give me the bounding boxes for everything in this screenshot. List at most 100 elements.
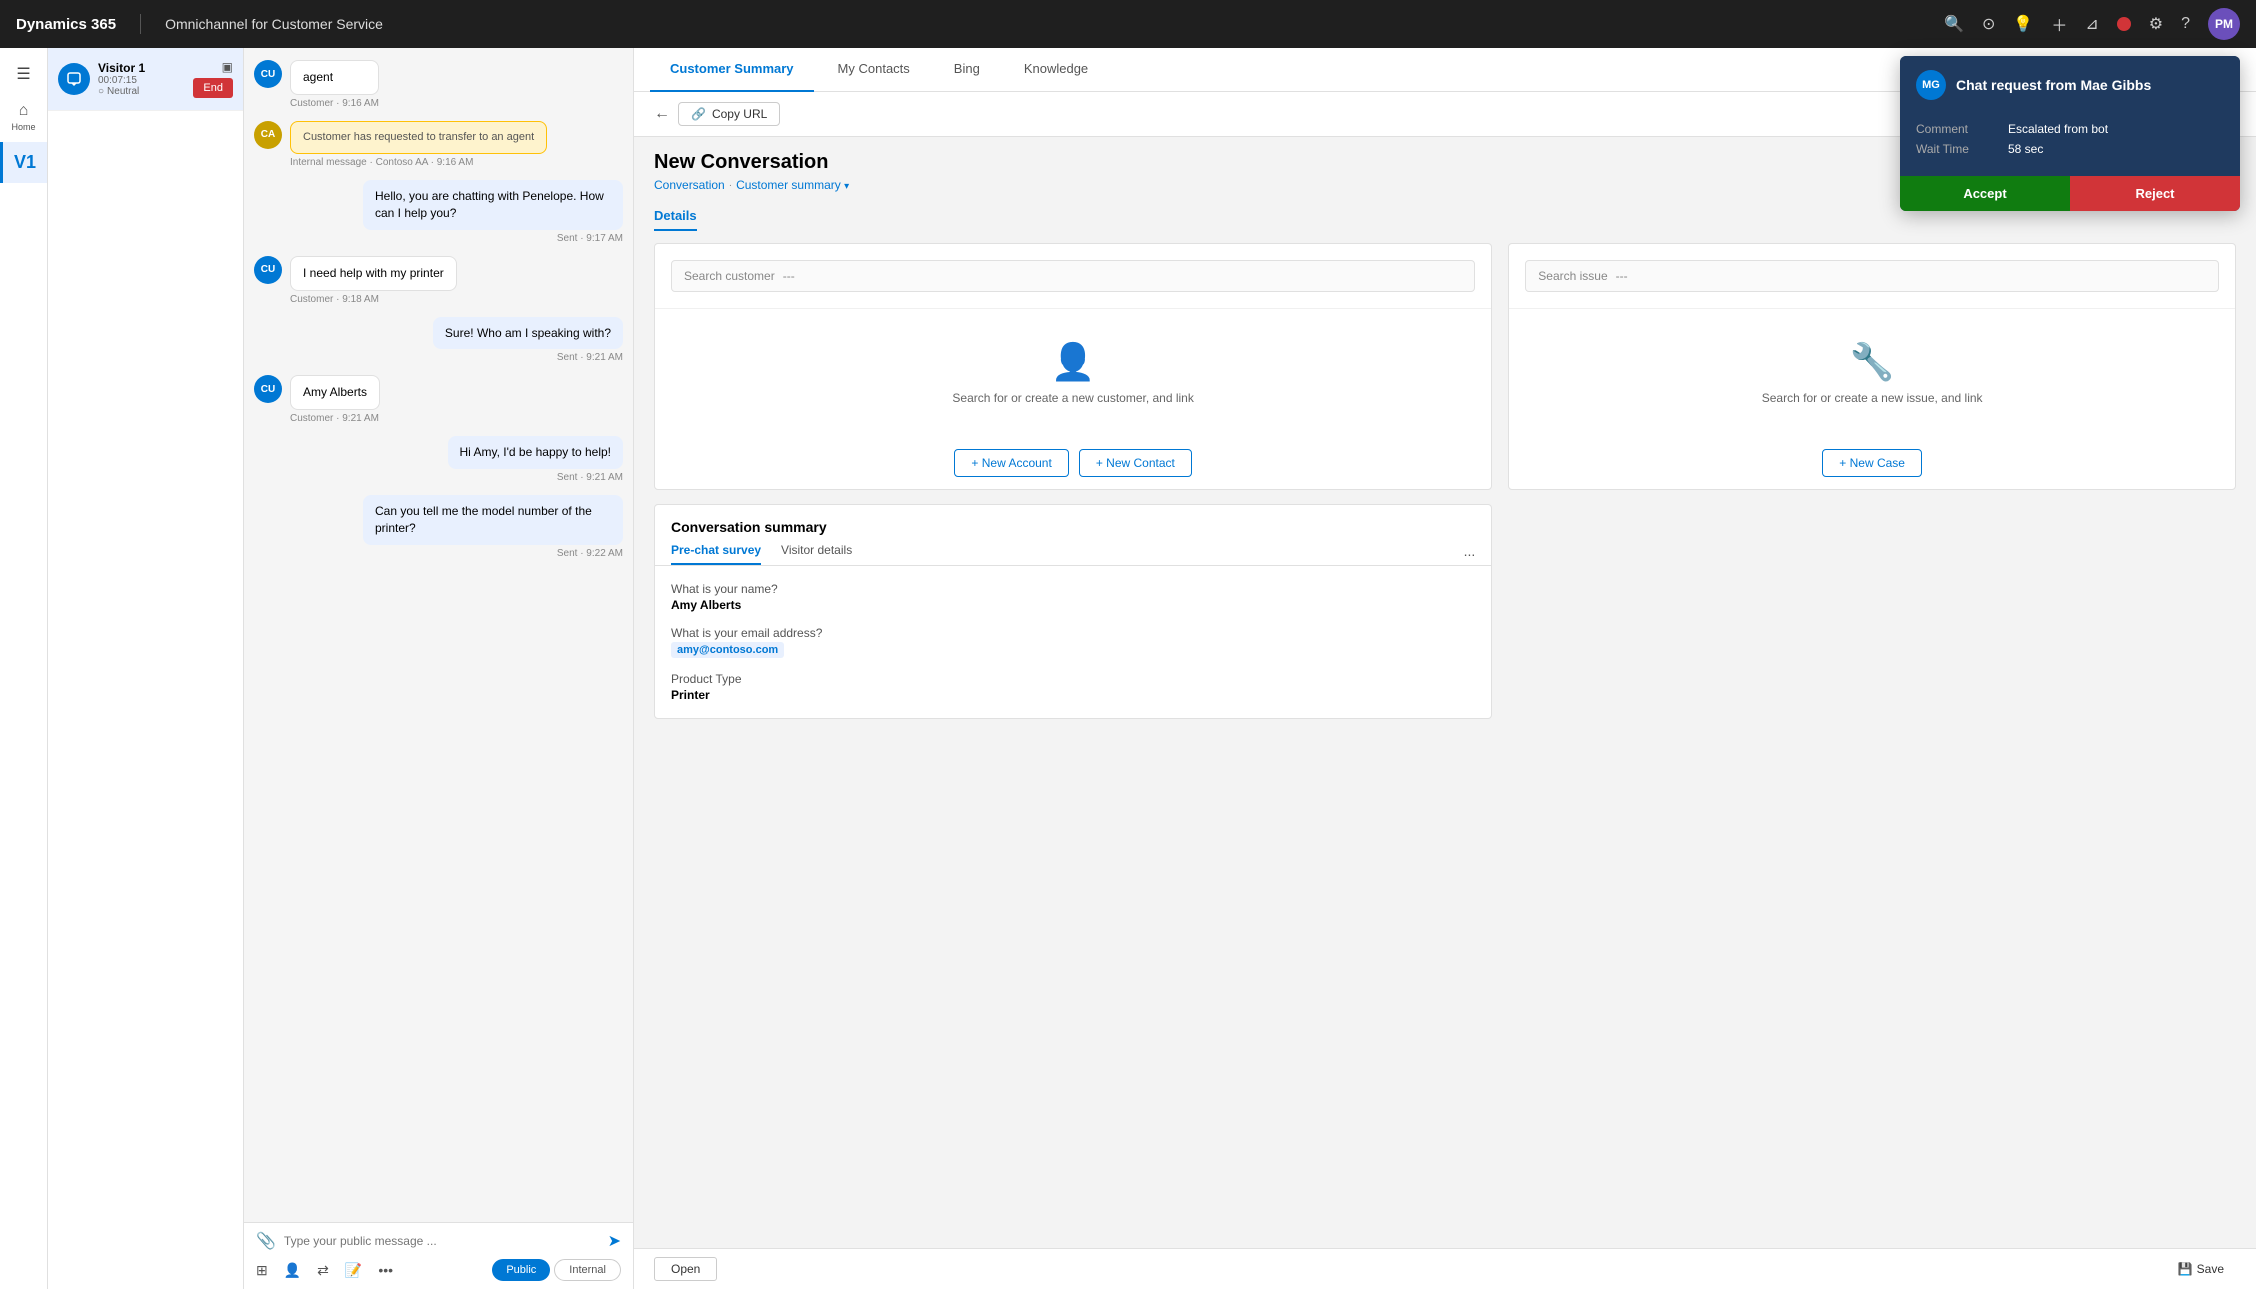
survey-item-name: What is your name? Amy Alberts: [671, 582, 1475, 612]
conversation-info: Visitor 1 00:07:15 ○ Neutral: [98, 61, 185, 97]
sent-message-content-2: Sure! Who am I speaking with? Sent · 9:2…: [433, 317, 623, 364]
sidebar-item-home[interactable]: ⌂ Home: [0, 92, 47, 142]
message-meta: Customer · 9:16 AM: [290, 98, 379, 109]
settings-icon[interactable]: ⚙: [2149, 14, 2163, 34]
customer-message-bubble: I need help with my printer: [290, 256, 457, 291]
transfer-icon[interactable]: ⇄: [317, 1262, 329, 1279]
save-button[interactable]: 💾 Save: [2166, 1258, 2236, 1280]
survey-question-product: Product Type: [671, 672, 1475, 686]
issue-search-section: Search issue ---: [1509, 244, 2235, 309]
breadcrumb-conversation[interactable]: Conversation: [654, 178, 725, 192]
help-icon[interactable]: ?: [2181, 15, 2190, 33]
customer-avatar-2: CU: [254, 375, 282, 403]
idea-icon[interactable]: 💡: [2013, 14, 2033, 34]
conversation-summary-tabs: Pre-chat survey Visitor details ...: [655, 535, 1491, 566]
notification-dot[interactable]: [2117, 17, 2131, 31]
tab-customer-summary[interactable]: Customer Summary: [650, 48, 814, 92]
end-conversation-button[interactable]: End: [193, 78, 233, 98]
sent-happy-meta: Sent · 9:21 AM: [448, 472, 624, 483]
sent-message-row-2: Sure! Who am I speaking with? Sent · 9:2…: [254, 317, 623, 364]
search-icon[interactable]: 🔍: [1944, 14, 1964, 34]
search-issue-field[interactable]: Search issue ---: [1525, 260, 2219, 292]
survey-item-email: What is your email address? amy@contoso.…: [671, 626, 1475, 658]
note-icon[interactable]: 📝: [345, 1262, 362, 1279]
new-account-button[interactable]: + New Account: [954, 449, 1068, 477]
notification-wait-row: Wait Time 58 sec: [1916, 142, 2224, 156]
sidebar-item-visitor[interactable]: V1: [0, 142, 47, 183]
chat-input-area: 📎 ➤ ⊞ 👤 ⇄ 📝 ••• Public Internal: [244, 1222, 633, 1289]
issue-new-buttons: + New Case: [1509, 437, 2235, 489]
new-case-button[interactable]: + New Case: [1822, 449, 1922, 477]
survey-answer-name: Amy Alberts: [671, 598, 1475, 612]
customer-name-row: CU Amy Alberts Customer · 9:21 AM: [254, 375, 623, 424]
pre-chat-survey-tab[interactable]: Pre-chat survey: [671, 543, 761, 565]
sent-message-meta: Sent · 9:17 AM: [363, 233, 623, 244]
filter-icon[interactable]: ⊿: [2085, 14, 2098, 34]
sent-printer-bubble: Can you tell me the model number of the …: [363, 495, 623, 545]
chat-messages: CU agent Customer · 9:16 AM CA Customer …: [244, 48, 633, 1222]
issue-empty-text: Search for or create a new issue, and li…: [1762, 391, 1983, 405]
notification-title: Chat request from Mae Gibbs: [1956, 77, 2151, 93]
left-column: Search customer --- 👤 Search for or crea…: [654, 243, 1492, 1236]
sentiment-label: Neutral: [107, 86, 139, 97]
notification-card: MG Chat request from Mae Gibbs Comment E…: [1900, 56, 2240, 211]
issue-card: Search issue --- 🔧 Search for or create …: [1508, 243, 2236, 490]
visitor-name: Visitor 1: [98, 61, 185, 75]
wrench-icon: 🔧: [1850, 341, 1895, 383]
sent-message-bubble: Hello, you are chatting with Penelope. H…: [363, 180, 623, 230]
brand: Dynamics 365 Omnichannel for Customer Se…: [16, 14, 383, 34]
back-button[interactable]: ←: [654, 105, 670, 123]
user-avatar[interactable]: PM: [2208, 8, 2240, 40]
accept-button[interactable]: Accept: [1900, 176, 2070, 211]
wait-value: 58 sec: [2008, 142, 2043, 156]
add-icon[interactable]: ＋: [2051, 12, 2067, 36]
survey-item-product: Product Type Printer: [671, 672, 1475, 702]
email-badge: amy@contoso.com: [671, 642, 784, 658]
search-issue-dashes: ---: [1616, 269, 1628, 283]
sentiment-indicator: ○ Neutral: [98, 86, 185, 97]
conversation-avatar: [58, 63, 90, 95]
search-customer-field[interactable]: Search customer ---: [671, 260, 1475, 292]
copy-url-button[interactable]: 🔗 Copy URL: [678, 102, 780, 126]
agent-icon[interactable]: 👤: [284, 1262, 301, 1279]
save-icon: 💾: [2178, 1262, 2193, 1276]
tab-my-contacts[interactable]: My Contacts: [818, 48, 930, 92]
right-column: Search issue --- 🔧 Search for or create …: [1508, 243, 2236, 1236]
send-button[interactable]: ➤: [608, 1231, 621, 1251]
visitor-details-tab[interactable]: Visitor details: [781, 543, 852, 565]
open-button[interactable]: Open: [654, 1257, 717, 1281]
customer-name-meta: Customer · 9:21 AM: [290, 413, 380, 424]
hamburger-menu[interactable]: ☰: [8, 56, 38, 92]
message-avatar: CU: [254, 60, 282, 88]
tab-bing[interactable]: Bing: [934, 48, 1000, 92]
notification-avatar: MG: [1916, 70, 1946, 100]
system-message-bubble: Customer has requested to transfer to an…: [290, 121, 547, 154]
quick-reply-icon[interactable]: ⊞: [256, 1262, 268, 1279]
home-label: Home: [11, 122, 35, 132]
sent-message-content: Hello, you are chatting with Penelope. H…: [363, 180, 623, 244]
internal-mode-button[interactable]: Internal: [554, 1259, 621, 1281]
message-content: agent Customer · 9:16 AM: [290, 60, 379, 109]
conversation-timer: 00:07:15: [98, 75, 185, 86]
dashboard-icon[interactable]: ⊙: [1982, 14, 1995, 34]
nav-divider: [140, 14, 141, 34]
comment-label: Comment: [1916, 122, 1996, 136]
survey-answer-product: Printer: [671, 688, 1475, 702]
reject-button[interactable]: Reject: [2070, 176, 2240, 211]
customer-empty-text: Search for or create a new customer, and…: [952, 391, 1193, 405]
sent-happy-bubble: Hi Amy, I'd be happy to help!: [448, 436, 624, 469]
tab-knowledge[interactable]: Knowledge: [1004, 48, 1108, 92]
customer-avatar: CU: [254, 256, 282, 284]
more-icon[interactable]: •••: [378, 1262, 393, 1278]
chat-input-row: 📎 ➤: [256, 1231, 621, 1251]
more-options-button[interactable]: ...: [1464, 543, 1476, 565]
sent-printer-row: Can you tell me the model number of the …: [254, 495, 623, 559]
attachment-icon[interactable]: 📎: [256, 1231, 276, 1251]
conversation-list-item[interactable]: Visitor 1 00:07:15 ○ Neutral ▣ End: [48, 48, 243, 111]
breadcrumb-customer-summary[interactable]: Customer summary ▾: [736, 178, 849, 192]
details-tab[interactable]: Details: [654, 208, 697, 231]
new-contact-button[interactable]: + New Contact: [1079, 449, 1192, 477]
message-input[interactable]: [284, 1234, 600, 1248]
public-mode-button[interactable]: Public: [492, 1259, 550, 1281]
sent-happy-content: Hi Amy, I'd be happy to help! Sent · 9:2…: [448, 436, 624, 483]
